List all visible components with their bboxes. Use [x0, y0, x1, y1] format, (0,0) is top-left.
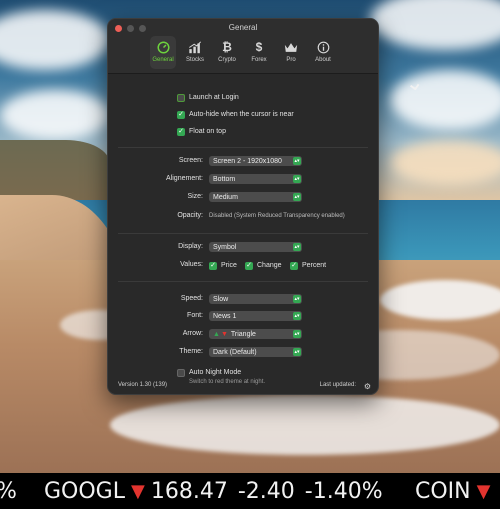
- triangle-down-icon: ▼: [220, 330, 228, 338]
- ticker-price: 168.47: [150, 479, 228, 504]
- tab-crypto[interactable]: ₿ Crypto: [214, 36, 240, 69]
- tab-pro[interactable]: Pro: [278, 36, 304, 69]
- font-select[interactable]: News 1 ▴▾: [209, 311, 302, 321]
- chevron-updown-icon: ▴▾: [293, 312, 301, 320]
- value-percent-row[interactable]: ✓ Percent: [290, 260, 326, 271]
- crown-icon: [283, 39, 299, 55]
- screen-select[interactable]: Screen 2 - 1920x1080 ▴▾: [209, 156, 302, 166]
- night-mode-row[interactable]: Auto Night Mode: [177, 367, 241, 378]
- chevron-updown-icon: ▴▾: [293, 243, 301, 251]
- chevron-updown-icon: ▴▾: [293, 157, 301, 165]
- window-title: General: [228, 23, 258, 32]
- alignment-label: Alignement:: [166, 175, 203, 182]
- tab-about[interactable]: About: [310, 36, 336, 69]
- float-on-top-row[interactable]: ✓ Float on top: [177, 126, 226, 137]
- chevron-updown-icon: ▴▾: [293, 295, 301, 303]
- last-updated-text: Last updated:: [319, 382, 356, 388]
- info-icon: [315, 39, 331, 55]
- theme-label: Theme:: [179, 348, 203, 355]
- arrow-label: Arrow:: [182, 330, 203, 337]
- float-on-top-label: Float on top: [189, 128, 226, 135]
- ticker-item: GOOGL ▼ 168.47 -2.40 -1.40%: [44, 479, 383, 504]
- ticker-item: COIN ▼: [415, 479, 496, 504]
- size-select[interactable]: Medium ▴▾: [209, 192, 302, 202]
- value-price-row[interactable]: ✓ Price: [209, 260, 237, 271]
- chevron-updown-icon: ▴▾: [293, 330, 301, 338]
- triangle-up-icon: ▲: [213, 330, 220, 338]
- preferences-tabbar: General Stocks ₿ Crypto $ Forex Pro Abou…: [108, 36, 378, 69]
- night-mode-checkbox[interactable]: [177, 368, 185, 377]
- speed-select[interactable]: Slow ▴▾: [209, 294, 302, 304]
- display-select[interactable]: Symbol ▴▾: [209, 242, 302, 252]
- launch-at-login-label: Launch at Login: [189, 94, 239, 101]
- arrow-select[interactable]: ▲ ▼ Triangle ▴▾: [209, 329, 302, 339]
- auto-hide-checkbox[interactable]: ✓: [177, 110, 185, 119]
- auto-hide-row[interactable]: ✓ Auto-hide when the cursor is near: [177, 109, 294, 120]
- divider: [118, 233, 368, 234]
- ticker-symbol: COIN: [415, 479, 471, 504]
- tab-general[interactable]: General: [150, 36, 176, 69]
- opacity-label: Opacity:: [177, 212, 203, 219]
- stock-ticker-bar: % GOOGL ▼ 168.47 -2.40 -1.40% COIN ▼: [0, 473, 500, 509]
- font-label: Font:: [187, 312, 203, 319]
- size-label: Size:: [187, 193, 203, 200]
- tab-stocks[interactable]: Stocks: [182, 36, 208, 69]
- triangle-down-icon: ▼: [476, 481, 491, 502]
- version-text: Version 1.30 (139): [118, 382, 168, 388]
- value-change-row[interactable]: ✓ Change: [245, 260, 282, 271]
- speed-label: Speed:: [180, 295, 203, 302]
- settings-window: General General Stocks ₿ Crypto $ Forex: [107, 18, 379, 395]
- ticker-item-partial: %: [0, 479, 17, 504]
- chevron-updown-icon: ▴▾: [293, 175, 301, 183]
- ticker-change: -2.40: [237, 479, 295, 504]
- ticker-percent: -1.40%: [304, 479, 383, 504]
- triangle-down-icon: ▼: [131, 481, 145, 502]
- display-label: Display:: [178, 243, 203, 250]
- change-checkbox[interactable]: ✓: [245, 261, 253, 270]
- bar-chart-icon: [187, 39, 203, 55]
- price-checkbox[interactable]: ✓: [209, 261, 217, 270]
- chevron-updown-icon: ▴▾: [293, 348, 301, 356]
- divider: [118, 147, 368, 148]
- screen-label: Screen:: [178, 157, 203, 164]
- percent-checkbox[interactable]: ✓: [290, 261, 298, 270]
- gauge-icon: [155, 39, 171, 55]
- launch-at-login-checkbox[interactable]: [177, 93, 185, 102]
- values-label: Values:: [180, 261, 203, 268]
- bitcoin-icon: ₿: [222, 40, 232, 54]
- launch-at-login-row[interactable]: Launch at Login: [177, 92, 239, 103]
- ticker-symbol: GOOGL: [44, 479, 125, 504]
- footer: Version 1.30 (139) Last updated: ⚙: [108, 378, 378, 394]
- theme-select[interactable]: Dark (Default) ▴▾: [209, 347, 302, 357]
- divider: [118, 281, 368, 282]
- title-bar: General General Stocks ₿ Crypto $ Forex: [108, 19, 378, 74]
- auto-hide-label: Auto-hide when the cursor is near: [189, 111, 294, 118]
- float-on-top-checkbox[interactable]: ✓: [177, 127, 185, 136]
- alignment-select[interactable]: Bottom ▴▾: [209, 174, 302, 184]
- gear-icon[interactable]: ⚙: [364, 382, 371, 391]
- tab-forex[interactable]: $ Forex: [246, 36, 272, 69]
- dollar-icon: $: [255, 40, 263, 54]
- opacity-value: Disabled (System Reduced Transparency en…: [209, 213, 345, 219]
- chevron-updown-icon: ▴▾: [293, 193, 301, 201]
